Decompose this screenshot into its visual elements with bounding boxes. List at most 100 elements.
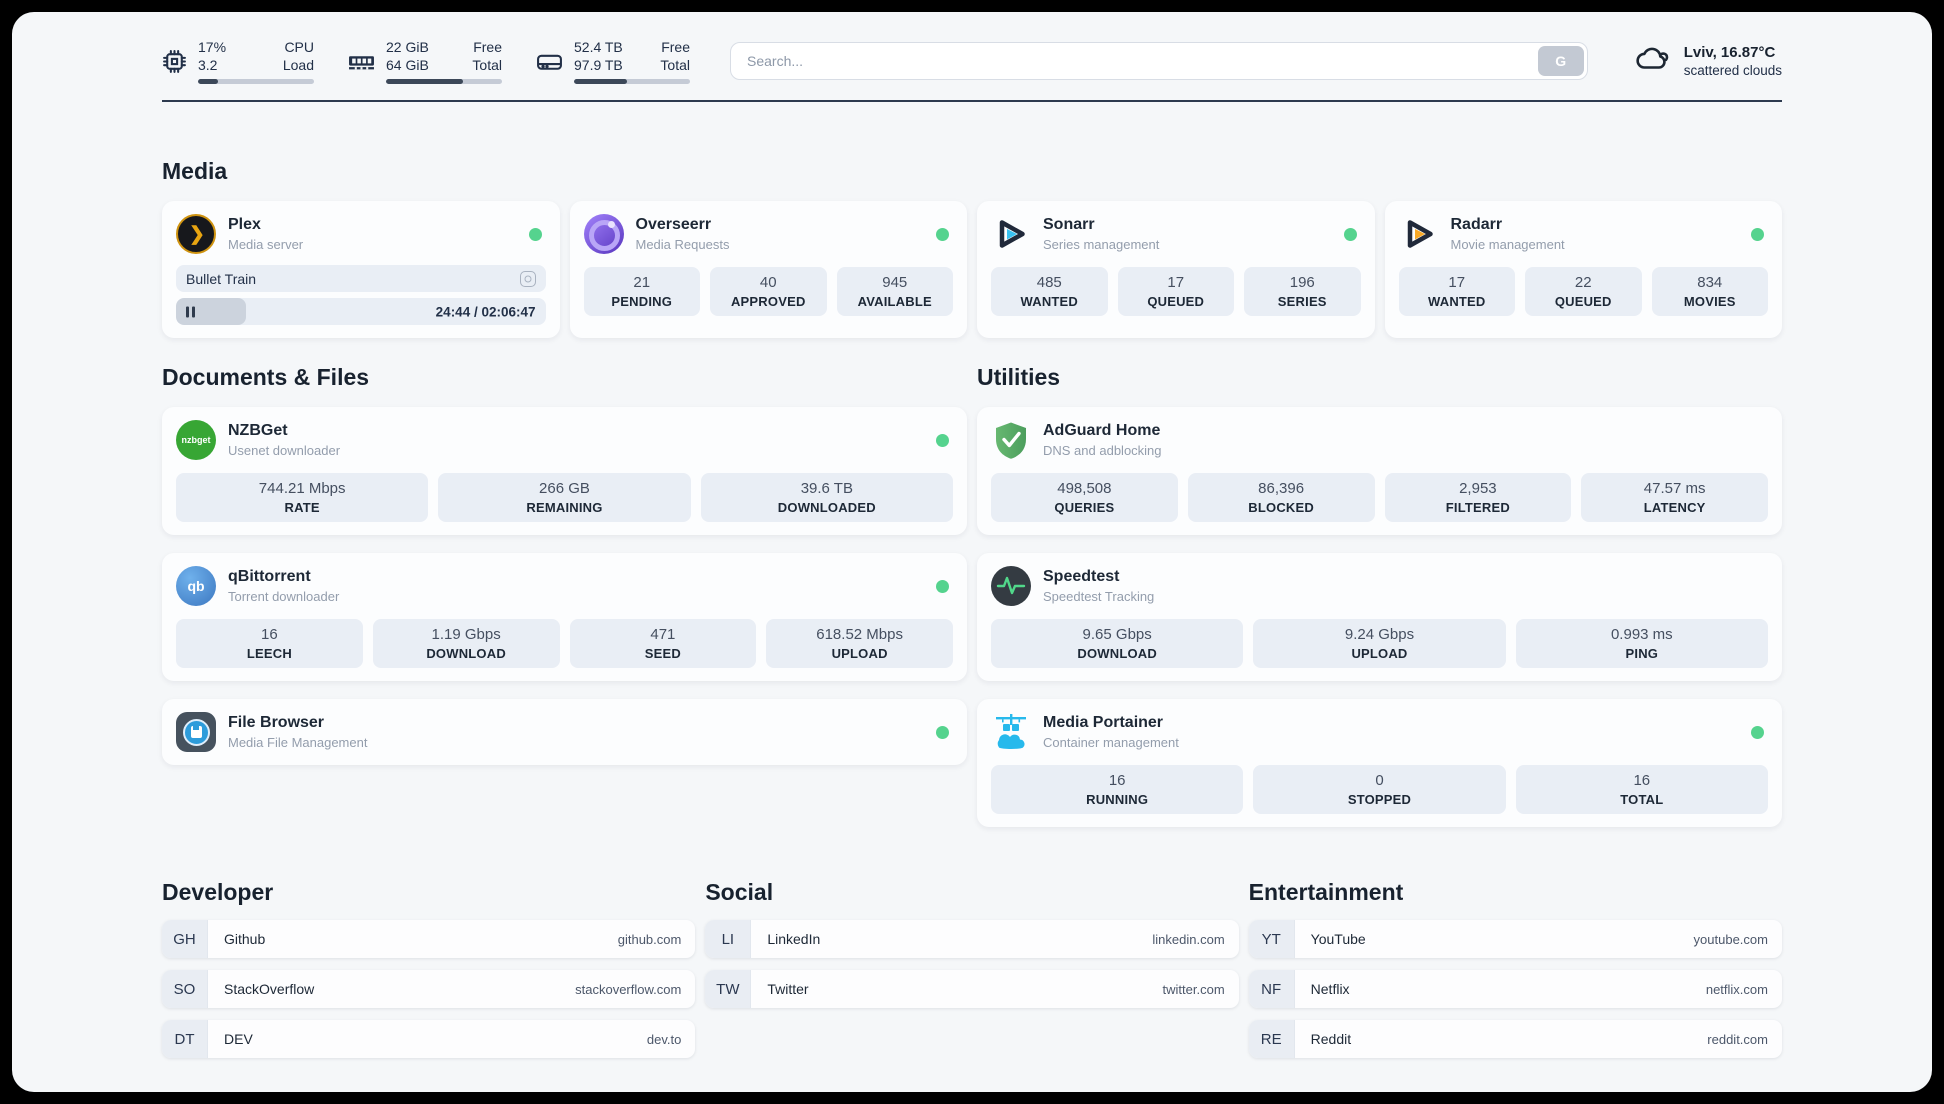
stat-box-movies: 834 MOVIES bbox=[1651, 267, 1768, 317]
qbittorrent-icon: qb bbox=[176, 566, 216, 607]
section-title-developer: Developer bbox=[162, 879, 274, 906]
cpu-usage-label: CPU bbox=[284, 39, 314, 55]
bookmark-dev[interactable]: DT DEV dev.to bbox=[162, 1020, 696, 1059]
plex-icon: ❯ bbox=[176, 214, 216, 255]
app-card-filebrowser[interactable]: File Browser Media File Management bbox=[162, 699, 967, 766]
stat-box-rate: 744.21 Mbps RATE bbox=[176, 473, 429, 523]
bookmark-netflix[interactable]: NF Netflix netflix.com bbox=[1248, 970, 1782, 1009]
cpu-stat: 17% 3.2 CPU Load bbox=[162, 38, 314, 85]
bookmark-name: Reddit bbox=[1310, 1031, 1352, 1048]
app-card-radarr[interactable]: Radarr Movie management 17 WANTED 22 QUE… bbox=[1384, 201, 1782, 339]
status-dot bbox=[936, 433, 949, 447]
app-subtitle: Torrent downloader bbox=[228, 589, 340, 605]
bookmark-url: reddit.com bbox=[1707, 1031, 1768, 1047]
stat-box-queued: 17 QUEUED bbox=[1117, 267, 1234, 317]
top-header: 17% 3.2 CPU Load 22 GiB 64 GiB Free Tota… bbox=[162, 12, 1782, 103]
now-playing-title: Bullet Train bbox=[186, 270, 257, 287]
search-engine-button[interactable]: G bbox=[1537, 46, 1584, 77]
app-subtitle: Media Requests bbox=[635, 237, 730, 253]
section-title-social: Social bbox=[705, 879, 774, 906]
sonarr-icon bbox=[991, 214, 1031, 254]
stat-box-wanted: 485 WANTED bbox=[991, 267, 1108, 317]
app-card-plex[interactable]: ❯ Plex Media server Bullet Train 24:44 /… bbox=[162, 201, 560, 339]
stat-box-running: 16 RUNNING bbox=[991, 765, 1244, 815]
bookmark-name: StackOverflow bbox=[224, 981, 315, 998]
app-card-adguard[interactable]: AdGuard Home DNS and adblocking 498,508 … bbox=[977, 407, 1782, 536]
weather-location-temp: Lviv, 16.87°C bbox=[1683, 44, 1776, 62]
entertainment-bookmarks: Entertainment YT YouTube youtube.com NF … bbox=[1248, 879, 1782, 1070]
status-dot bbox=[528, 227, 542, 241]
stat-box-series: 196 SERIES bbox=[1244, 267, 1361, 317]
system-stats: 17% 3.2 CPU Load 22 GiB 64 GiB Free Tota… bbox=[162, 38, 690, 85]
bookmark-twitter[interactable]: TW Twitter twitter.com bbox=[705, 970, 1239, 1009]
app-name: Plex bbox=[228, 216, 261, 234]
stat-box-queued: 22 QUEUED bbox=[1525, 267, 1642, 317]
app-name: Overseerr bbox=[635, 216, 712, 234]
media-card-row: ❯ Plex Media server Bullet Train 24:44 /… bbox=[162, 201, 1782, 339]
search-input[interactable] bbox=[730, 42, 1588, 81]
app-card-sonarr[interactable]: Sonarr Series management 485 WANTED 17 Q… bbox=[977, 201, 1375, 339]
social-bookmarks: Social LI LinkedIn linkedin.com TW Twitt… bbox=[705, 879, 1239, 1070]
app-name: Media Portainer bbox=[1043, 714, 1164, 732]
bookmark-linkedin[interactable]: LI LinkedIn linkedin.com bbox=[705, 920, 1239, 959]
bookmark-url: netflix.com bbox=[1705, 981, 1768, 997]
stat-box-download: 9.65 Gbps DOWNLOAD bbox=[991, 619, 1244, 669]
bookmark-abbr: YT bbox=[1248, 920, 1295, 959]
playback-time: 24:44 / 02:06:47 bbox=[435, 304, 536, 320]
stat-box-total: 16 TOTAL bbox=[1515, 765, 1768, 815]
app-subtitle: Usenet downloader bbox=[228, 443, 341, 459]
app-name: NZBGet bbox=[228, 422, 288, 440]
bookmark-abbr: TW bbox=[705, 970, 752, 1009]
bookmark-github[interactable]: GH Github github.com bbox=[162, 920, 696, 959]
bookmark-name: Github bbox=[224, 931, 266, 948]
memory-stat: 22 GiB 64 GiB Free Total bbox=[348, 38, 502, 85]
ram-total-value: 64 GiB bbox=[386, 57, 429, 74]
ram-progress-bar bbox=[386, 79, 502, 85]
stat-box-queries: 498,508 QUERIES bbox=[991, 473, 1178, 523]
playback-progress-bar[interactable]: 24:44 / 02:06:47 bbox=[176, 298, 546, 326]
bookmark-url: linkedin.com bbox=[1152, 931, 1225, 947]
camera-icon[interactable] bbox=[519, 270, 536, 287]
cpu-icon bbox=[162, 49, 187, 74]
bookmark-name: Twitter bbox=[767, 981, 809, 998]
app-subtitle: Series management bbox=[1043, 237, 1160, 253]
disk-total-value: 97.9 TB bbox=[574, 57, 623, 74]
portainer-icon bbox=[991, 712, 1031, 752]
weather-condition: scattered clouds bbox=[1683, 63, 1782, 79]
stat-box-remaining: 266 GB REMAINING bbox=[438, 473, 691, 523]
pause-icon[interactable] bbox=[186, 306, 195, 318]
bookmark-abbr: RE bbox=[1248, 1020, 1295, 1059]
cloud-icon bbox=[1634, 44, 1671, 78]
stat-box-pending: 21 PENDING bbox=[583, 267, 700, 317]
bookmark-youtube[interactable]: YT YouTube youtube.com bbox=[1248, 920, 1782, 959]
disk-free-label: Free bbox=[661, 39, 690, 55]
dashboard-page: 17% 3.2 CPU Load 22 GiB 64 GiB Free Tota… bbox=[12, 12, 1932, 1092]
radarr-icon bbox=[1399, 214, 1439, 254]
status-dot bbox=[1751, 227, 1764, 241]
stat-box-leech: 16 LEECH bbox=[176, 619, 363, 669]
bookmark-stackoverflow[interactable]: SO StackOverflow stackoverflow.com bbox=[162, 970, 696, 1009]
bookmark-url: stackoverflow.com bbox=[575, 981, 682, 997]
app-subtitle: Media File Management bbox=[228, 735, 368, 751]
status-dot bbox=[936, 579, 949, 593]
bookmark-url: github.com bbox=[617, 931, 682, 947]
disk-stat: 52.4 TB 97.9 TB Free Total bbox=[536, 38, 690, 85]
stat-box-upload: 9.24 Gbps UPLOAD bbox=[1253, 619, 1506, 669]
app-card-qbittorrent[interactable]: qb qBittorrent Torrent downloader 16 LEE… bbox=[162, 553, 967, 682]
bookmark-url: youtube.com bbox=[1693, 931, 1768, 947]
status-dot bbox=[1343, 227, 1357, 241]
bookmark-reddit[interactable]: RE Reddit reddit.com bbox=[1248, 1020, 1782, 1059]
disk-free-value: 52.4 TB bbox=[574, 39, 623, 55]
cpu-load-label: Load bbox=[282, 57, 314, 74]
app-card-speedtest[interactable]: Speedtest Speedtest Tracking 9.65 Gbps D… bbox=[977, 553, 1782, 682]
app-name: Sonarr bbox=[1043, 216, 1095, 234]
ram-icon bbox=[348, 50, 375, 73]
bookmark-abbr: SO bbox=[162, 970, 208, 1009]
app-card-nzbget[interactable]: nzbget NZBGet Usenet downloader 744.21 M… bbox=[162, 407, 967, 536]
app-subtitle: DNS and adblocking bbox=[1043, 443, 1162, 459]
app-card-portainer[interactable]: Media Portainer Container management 16 … bbox=[977, 699, 1782, 828]
bookmark-name: LinkedIn bbox=[767, 931, 821, 948]
stat-box-download: 1.19 Gbps DOWNLOAD bbox=[372, 619, 560, 669]
app-card-overseerr[interactable]: Overseerr Media Requests 21 PENDING 40 A… bbox=[569, 201, 967, 339]
bookmark-abbr: GH bbox=[162, 920, 208, 959]
